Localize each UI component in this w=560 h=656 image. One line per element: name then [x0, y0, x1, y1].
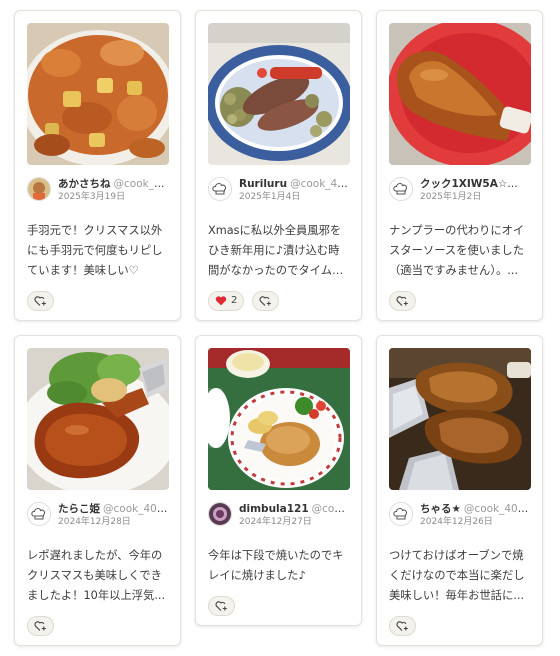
author-info: Ruriluru @cook_40... 2025年1月4日 [208, 177, 350, 207]
author-info: クック1XIW5A☆@c... 2025年1月2日 [389, 177, 531, 207]
add-reaction-button[interactable] [27, 291, 54, 311]
author-name[interactable]: クック1XIW5A☆ [420, 178, 518, 190]
add-reaction-button[interactable] [389, 616, 416, 636]
comment-date: 2024年12月27日 [239, 517, 312, 527]
reaction-bar: 2 [208, 291, 282, 311]
heart-plus-icon [215, 601, 227, 611]
author-name[interactable]: たらこ姫 [58, 503, 100, 515]
chef-hat-icon [209, 178, 231, 200]
heart-icon [215, 296, 227, 306]
heart-plus-icon [259, 296, 272, 306]
dish-photo[interactable] [389, 23, 531, 165]
add-reaction-button[interactable] [208, 596, 235, 616]
author-name[interactable]: dimbula121 [239, 503, 309, 515]
reaction-bar [208, 596, 238, 616]
user-photo-icon [28, 178, 50, 200]
comment-card[interactable]: あかさちね @cook_4... 2025年3月19日 手羽元で！クリスマス以外に… [14, 10, 181, 321]
dish-photo[interactable] [389, 348, 531, 490]
comment-text: つけておけばオーブンで焼くだけなので本当に楽だし美味しい！毎年お世話に... [389, 549, 525, 602]
avatar[interactable] [27, 502, 51, 526]
author-info: ちゃる★ @cook_405... 2024年12月26日 [389, 502, 531, 532]
avatar[interactable] [208, 502, 232, 526]
author-info: dimbula121@cook... 2024年12月27日 [208, 502, 350, 532]
author-handle: @cook_405... [103, 503, 169, 515]
avatar[interactable] [27, 177, 51, 201]
comment-card[interactable]: dimbula121@cook... 2024年12月27日 今年は下段で焼いた… [195, 335, 362, 626]
author-name[interactable]: Ruriluru [239, 178, 287, 190]
author-name[interactable]: ちゃる★ [420, 503, 461, 515]
dish-photo-image [208, 348, 350, 490]
chef-hat-icon [390, 178, 412, 200]
avatar[interactable] [389, 177, 413, 201]
dish-photo-image [389, 348, 531, 490]
author-info: たらこ姫 @cook_405... 2024年12月28日 [27, 502, 169, 532]
dish-photo-image [27, 23, 169, 165]
comment-date: 2025年1月2日 [420, 192, 482, 202]
comment-text: Xmasに私以外全員風邪をひき新年用に♪漬け込む時間がなかったのでタイムと... [208, 224, 342, 277]
heart-plus-icon [34, 621, 46, 631]
add-reaction-button[interactable] [389, 291, 416, 311]
add-reaction-button[interactable] [252, 291, 280, 311]
avatar[interactable] [389, 502, 413, 526]
comment-date: 2024年12月28日 [58, 517, 131, 527]
author-handle: @cook... [311, 503, 350, 515]
reaction-bar [27, 291, 57, 311]
user-photo-icon [209, 503, 231, 525]
comment-date: 2025年3月19日 [58, 192, 126, 202]
heart-plus-icon [396, 296, 408, 306]
heart-plus-icon [34, 296, 46, 306]
heart-reaction-button[interactable]: 2 [208, 291, 245, 311]
dish-photo[interactable] [27, 348, 169, 490]
reaction-count: 2 [231, 295, 238, 306]
dish-photo[interactable] [27, 23, 169, 165]
author-handle: @cook_4... [113, 178, 170, 190]
comment-text: 手羽元で！クリスマス以外にも手羽元で何度もリピしています！美味しい♡ [27, 224, 163, 277]
comment-card[interactable]: ちゃる★ @cook_405... 2024年12月26日 つけておけばオーブンで… [376, 335, 543, 646]
author-handle: @cook_405... [463, 503, 531, 515]
comment-text: レポ遅れましたが、今年のクリスマスも美味しくできましたよ！10年以上浮気... [27, 549, 166, 602]
comment-text: ナンプラーの代わりにオイスターソースを使いました（適当ですみません）。... [389, 224, 525, 277]
comment-card[interactable]: たらこ姫 @cook_405... 2024年12月28日 レポ遅れましたが、今年… [14, 335, 181, 646]
dish-photo[interactable] [208, 23, 350, 165]
comment-date: 2025年1月4日 [239, 192, 301, 202]
chef-hat-icon [390, 503, 412, 525]
reaction-bar [389, 291, 419, 311]
dish-photo-image [389, 23, 531, 165]
avatar[interactable] [208, 177, 232, 201]
dish-photo-image [27, 348, 169, 490]
reaction-bar [389, 616, 419, 636]
comment-card[interactable]: Ruriluru @cook_40... 2025年1月4日 Xmasに私以外全員… [195, 10, 362, 321]
add-reaction-button[interactable] [27, 616, 54, 636]
comment-card[interactable]: クック1XIW5A☆@c... 2025年1月2日 ナンプラーの代わりにオイスタ… [376, 10, 543, 321]
dish-photo-image [208, 23, 350, 165]
heart-plus-icon [396, 621, 408, 631]
dish-photo[interactable] [208, 348, 350, 490]
author-info: あかさちね @cook_4... 2025年3月19日 [27, 177, 169, 207]
author-name[interactable]: あかさちね [58, 178, 111, 190]
comment-date: 2024年12月26日 [420, 517, 493, 527]
chef-hat-icon [28, 503, 50, 525]
reaction-bar [27, 616, 57, 636]
author-handle: @cook_40... [290, 178, 350, 190]
